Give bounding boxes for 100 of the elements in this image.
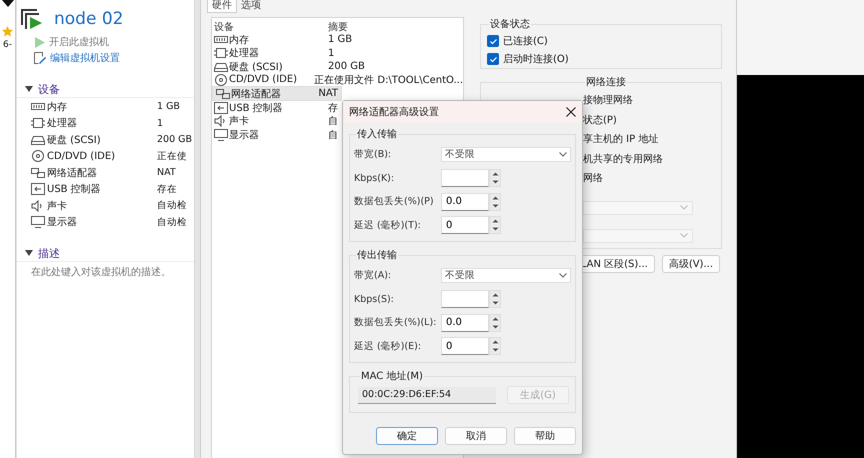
chevron-icon — [680, 205, 688, 210]
caret-icon[interactable] — [2, 0, 14, 7]
network-icon — [31, 166, 45, 179]
caret-icon[interactable] — [25, 86, 33, 92]
spin-buttons[interactable] — [489, 216, 501, 234]
device-row[interactable]: 内存 1 GB — [212, 33, 463, 47]
device-value: 存在 — [157, 182, 178, 197]
table-cell-text: 硬盘 (SCSI) — [229, 60, 283, 74]
group-title: 网络连接 — [585, 76, 627, 89]
device-name[interactable]: USB 控制器 — [47, 182, 101, 196]
memory-icon — [31, 100, 45, 113]
tab[interactable]: 选项 — [237, 0, 265, 13]
button[interactable]: 帮助 — [514, 427, 576, 445]
option-label: 网络 — [583, 172, 604, 186]
edit-icon — [34, 52, 46, 64]
disc-icon — [31, 150, 45, 162]
input-field[interactable]: 0.0 — [441, 314, 489, 332]
memory-icon — [214, 34, 228, 46]
table-cell: CD/DVD (IDE) — [229, 74, 298, 86]
checkbox-label[interactable]: 已连接(C) — [503, 34, 548, 48]
input-field[interactable] — [441, 290, 489, 308]
chevron-icon — [680, 233, 688, 238]
input-field[interactable]: 0.0 — [441, 192, 489, 211]
chip-icon — [31, 117, 45, 130]
spin-buttons[interactable] — [489, 337, 501, 356]
device-value: 正在使 — [157, 150, 188, 164]
monitor-icon — [31, 216, 45, 228]
monitor-icon — [214, 128, 228, 141]
field-label: 数据包丢失(%)(L): — [354, 316, 438, 330]
input-field[interactable]: 0 — [441, 337, 489, 356]
spin-buttons[interactable] — [489, 192, 501, 211]
group-title: 设备状态 — [489, 18, 531, 31]
device-value: NAT — [157, 166, 177, 180]
table-cell-text: 内存 — [229, 34, 249, 47]
button[interactable]: 高级(V)... — [662, 255, 720, 273]
table-cell: NAT — [318, 88, 338, 100]
spin-buttons[interactable] — [489, 290, 501, 308]
vm-title: node 02 — [54, 9, 124, 29]
dialog-title: 网络适配器高级设置 — [349, 106, 439, 119]
device-name[interactable]: 显示器 — [47, 215, 77, 230]
tab-label: 6- — [3, 40, 12, 50]
action-link[interactable]: 编辑虚拟机设置 — [17, 50, 194, 66]
group-title: 传出传输 — [356, 248, 398, 262]
field-label: Kbps(S): — [354, 294, 395, 305]
button[interactable]: 确定 — [376, 427, 438, 445]
group-title: 传入传输 — [356, 128, 398, 141]
device-name[interactable]: 内存 — [47, 100, 67, 114]
option-label: 享主机的 IP 地址 — [583, 132, 660, 147]
device-value: 200 GB — [157, 133, 194, 148]
play-icon — [34, 36, 45, 48]
device-row[interactable]: 硬盘 (SCSI) 200 GB — [212, 60, 463, 74]
device-name[interactable]: 处理器 — [47, 116, 77, 130]
table-cell-text: 存 — [328, 102, 338, 116]
close-icon[interactable] — [566, 107, 576, 117]
disk-drive-icon — [31, 134, 45, 146]
mac-address-field[interactable]: 00:0C:29:D6:EF:54 — [358, 386, 496, 404]
dropdown[interactable]: 不受限 — [441, 268, 571, 284]
field-label: 带宽(A): — [354, 269, 392, 282]
table-cell-text: 显示器 — [229, 128, 259, 142]
field-label: 延迟 (毫秒)(E): — [354, 340, 422, 353]
device-row[interactable]: 网络适配器 NAT — [212, 86, 342, 102]
device-value: 1 — [157, 116, 164, 131]
spin-buttons[interactable] — [489, 169, 501, 188]
caret-icon[interactable] — [25, 250, 33, 256]
group-title: MAC 地址(M) — [360, 370, 424, 383]
checkbox[interactable] — [487, 35, 499, 47]
device-row[interactable]: CD/DVD (IDE) 正在使用文件 D:\TOOL\CentO... — [212, 73, 463, 86]
device-name[interactable]: CD/DVD (IDE) — [47, 150, 116, 162]
checkbox-label[interactable]: 启动时连接(O) — [503, 52, 569, 66]
input-field[interactable] — [441, 169, 489, 188]
disk-drive-icon — [214, 60, 228, 73]
description-text[interactable]: 在此处键入对该虚拟机的描述。 — [17, 265, 194, 279]
option-label: 机共享的专用网络 — [583, 152, 664, 166]
table-cell-text: 正在使用文件 D:\TOOL\CentO... — [314, 74, 463, 87]
device-name[interactable]: 声卡 — [47, 198, 67, 213]
device-row[interactable]: 处理器 1 — [212, 46, 463, 60]
table-cell-text: USB 控制器 — [229, 102, 283, 116]
field-label: 数据包丢失(%)(P) — [354, 195, 435, 208]
section-title[interactable]: 设备 — [38, 82, 60, 96]
network-icon — [216, 88, 230, 100]
section-title[interactable]: 描述 — [38, 246, 60, 260]
input-field[interactable]: 0 — [441, 216, 489, 234]
chevron-icon — [559, 152, 567, 158]
tab[interactable]: 硬件 — [207, 0, 237, 13]
option-label: 接物理网络 — [583, 94, 634, 108]
spin-buttons[interactable] — [489, 314, 501, 332]
usb-icon — [214, 102, 228, 114]
table-cell: 1 — [328, 48, 334, 59]
device-name[interactable]: 网络适配器 — [47, 166, 97, 180]
column-header: 设备 — [214, 20, 235, 34]
device-name[interactable]: 硬盘 (SCSI) — [47, 132, 101, 147]
table-cell-text: 自 — [328, 128, 338, 142]
field-label: 延迟 (毫秒)(T): — [354, 218, 422, 232]
checkbox[interactable] — [487, 53, 499, 65]
disc-icon — [214, 74, 228, 86]
button[interactable]: 取消 — [445, 427, 507, 445]
dropdown[interactable]: 不受限 — [441, 147, 571, 162]
field-label: Kbps(K): — [354, 172, 396, 184]
table-cell-text: 声卡 — [229, 114, 249, 128]
device-value: 自动检 — [157, 216, 188, 230]
